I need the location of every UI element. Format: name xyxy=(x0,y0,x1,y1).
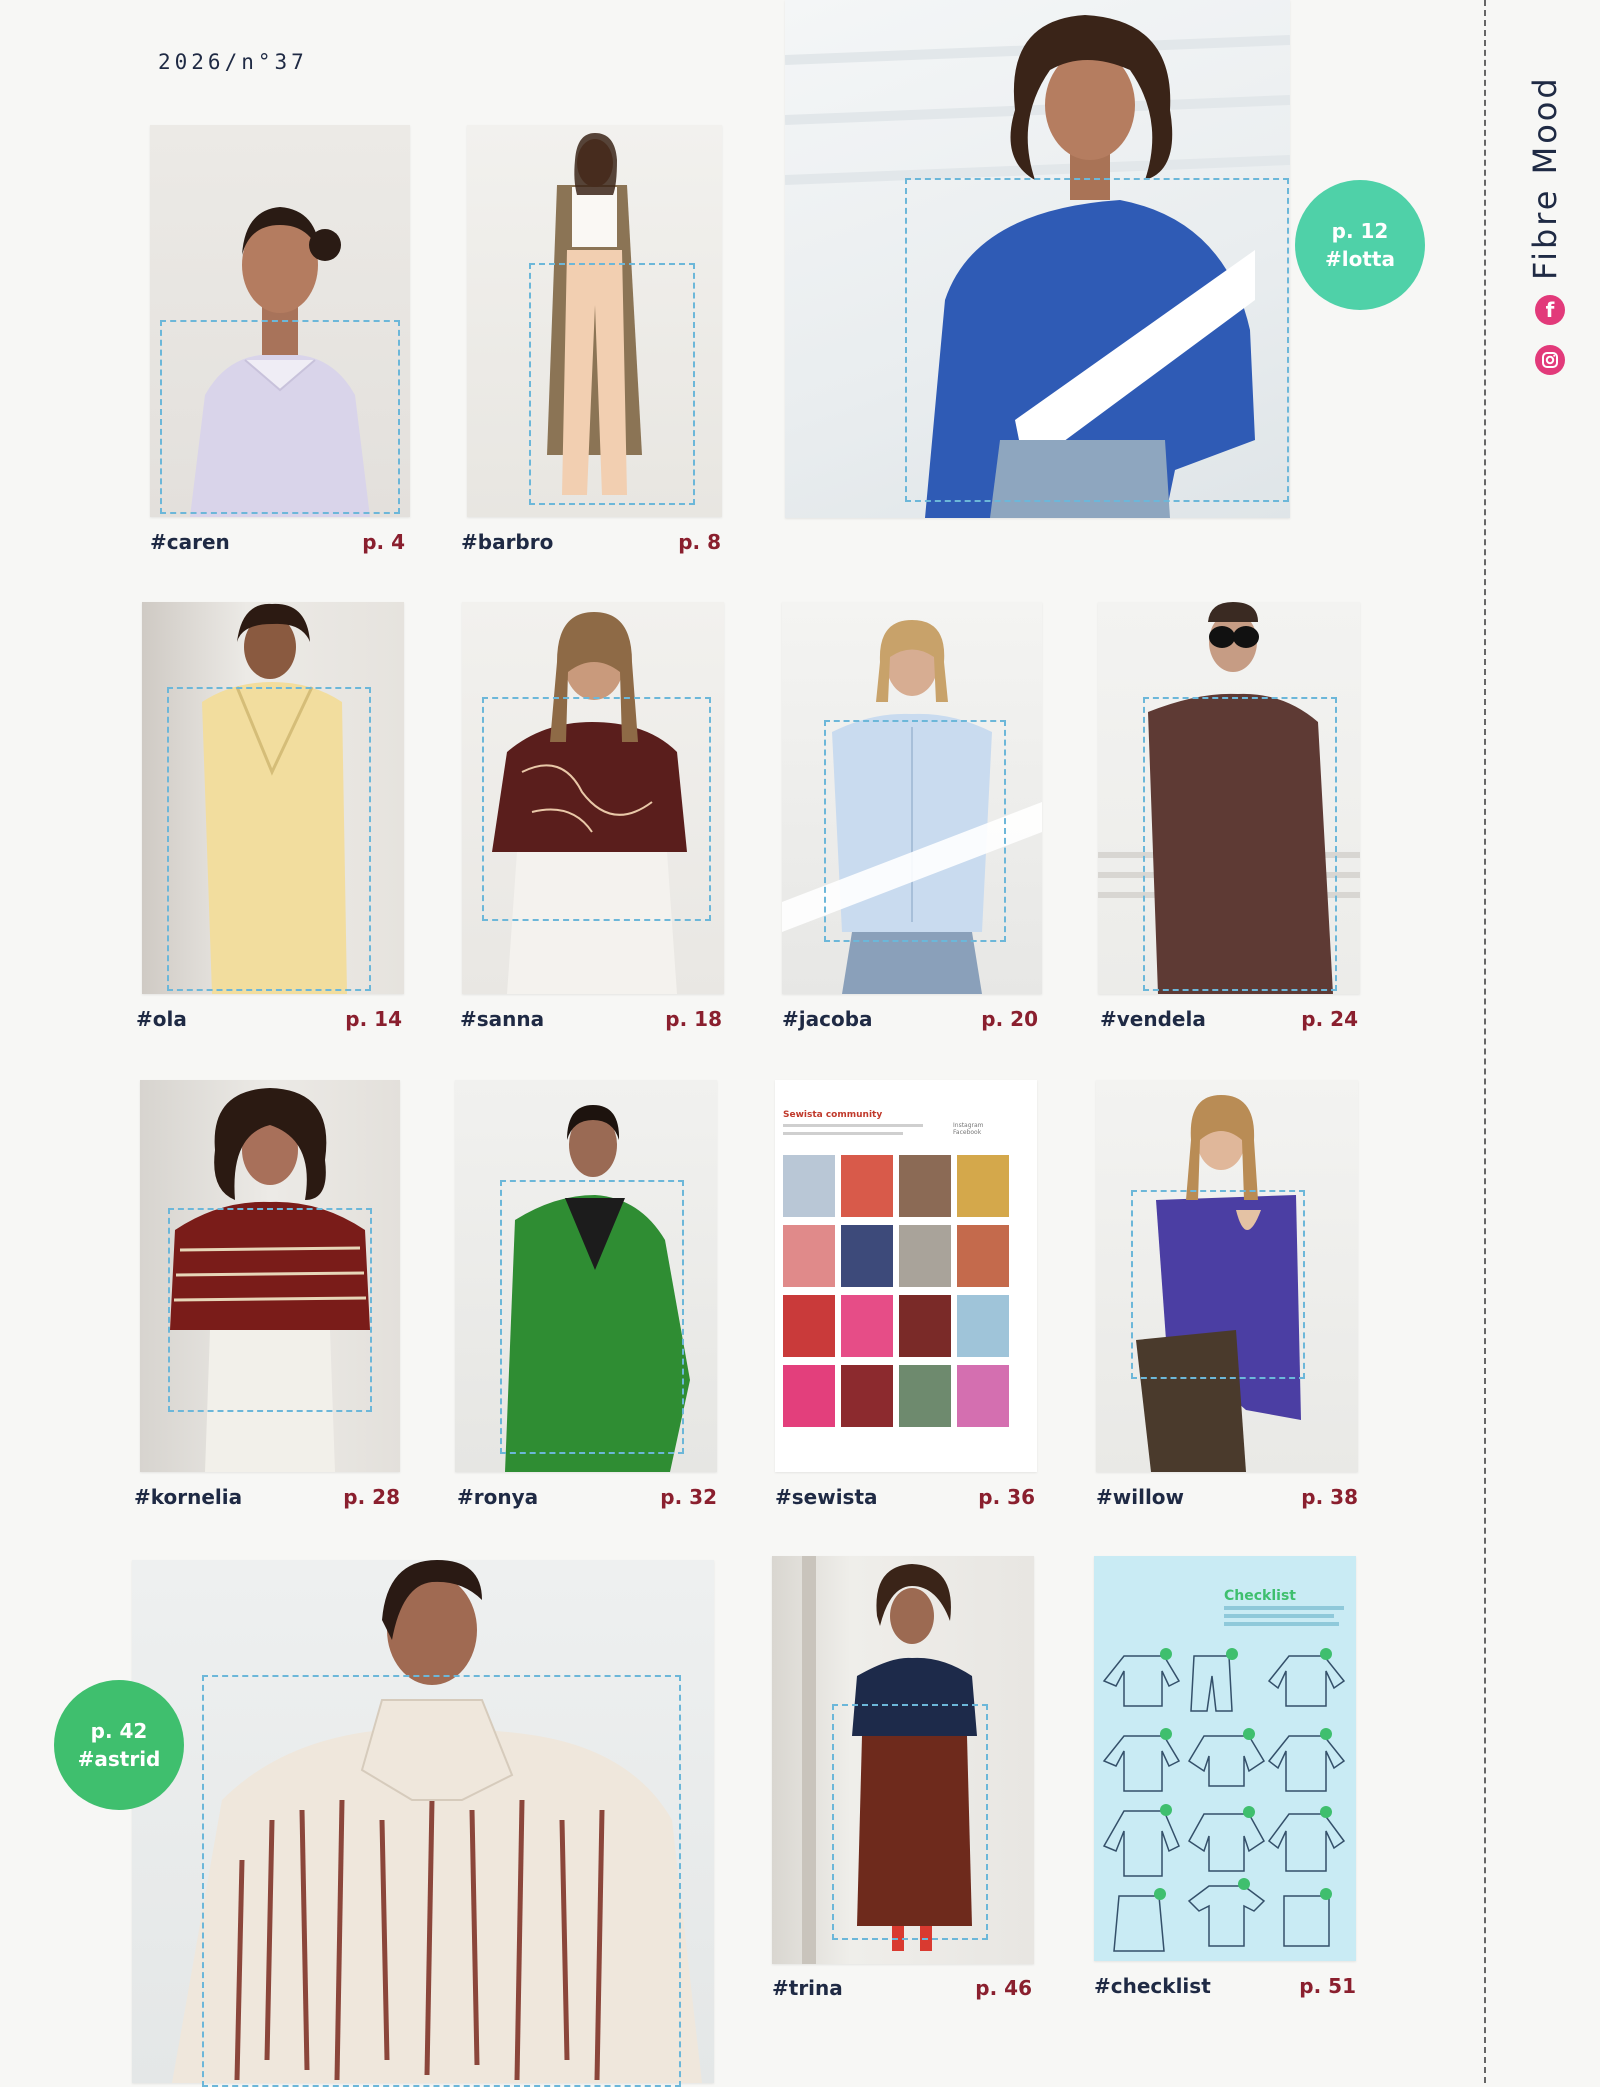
badge-page: p. 42 xyxy=(90,1719,148,1743)
pattern-outline xyxy=(905,178,1289,502)
pattern-outline xyxy=(167,687,371,991)
pattern-tag[interactable]: #vendela xyxy=(1100,1007,1206,1031)
pattern-outline xyxy=(832,1704,988,1940)
page-number[interactable]: p. 36 xyxy=(978,1485,1035,1509)
card-kornelia[interactable]: #kornelia p. 28 xyxy=(134,1080,400,1510)
page-number[interactable]: p. 8 xyxy=(678,530,721,554)
card-vendela[interactable]: #vendela p. 24 xyxy=(1098,602,1360,1032)
issue-number: 2026/n°37 xyxy=(158,50,308,74)
pattern-outline xyxy=(824,720,1006,942)
brand-name: Fibre Mood xyxy=(1526,75,1564,280)
caption: #vendela p. 24 xyxy=(1100,1007,1358,1035)
page-number[interactable]: p. 20 xyxy=(981,1007,1038,1031)
thumb-checklist: Checklist xyxy=(1094,1556,1356,1961)
card-lotta[interactable]: p. 12 #lotta xyxy=(785,0,1425,520)
caption: #sewista p. 36 xyxy=(775,1485,1035,1513)
pattern-outline xyxy=(160,320,400,514)
pattern-tag[interactable]: #ola xyxy=(136,1007,187,1031)
pattern-tag[interactable]: #willow xyxy=(1096,1485,1184,1509)
caption: #ronya p. 32 xyxy=(457,1485,717,1513)
caption: #trina p. 46 xyxy=(772,1976,1032,2004)
card-astrid[interactable]: p. 42 #astrid xyxy=(54,1560,714,2087)
caption: #ola p. 14 xyxy=(136,1007,402,1035)
pattern-tag[interactable]: #barbro xyxy=(461,530,553,554)
caption: #checklist p. 51 xyxy=(1094,1974,1356,2002)
facebook-icon[interactable]: f xyxy=(1535,295,1565,325)
badge-lotta[interactable]: p. 12 #lotta xyxy=(1295,180,1425,310)
pattern-tag[interactable]: #jacoba xyxy=(782,1007,873,1031)
card-barbro[interactable]: #barbro p. 8 xyxy=(461,125,722,555)
pattern-tag[interactable]: #caren xyxy=(150,530,230,554)
pattern-tag[interactable]: #sanna xyxy=(460,1007,544,1031)
page-number[interactable]: p. 18 xyxy=(665,1007,722,1031)
pattern-tag[interactable]: #kornelia xyxy=(134,1485,242,1509)
thumb-sewista: Sewista community Instagram Facebook xyxy=(775,1080,1037,1472)
pattern-tag[interactable]: #trina xyxy=(772,1976,843,2000)
caption: #caren p. 4 xyxy=(150,530,405,558)
card-willow[interactable]: #willow p. 38 xyxy=(1096,1080,1358,1510)
cut-line xyxy=(1484,0,1486,2083)
card-sewista[interactable]: Sewista community Instagram Facebook #se… xyxy=(775,1080,1037,1510)
caption: #sanna p. 18 xyxy=(460,1007,722,1035)
card-caren[interactable]: #caren p. 4 xyxy=(150,125,410,555)
badge-page: p. 12 xyxy=(1331,219,1389,243)
caption: #barbro p. 8 xyxy=(461,530,721,558)
pattern-tag[interactable]: #ronya xyxy=(457,1485,538,1509)
card-trina[interactable]: #trina p. 46 xyxy=(772,1556,1034,2001)
page-number[interactable]: p. 28 xyxy=(343,1485,400,1509)
pattern-outline xyxy=(168,1208,372,1412)
card-ronya[interactable]: #ronya p. 32 xyxy=(455,1080,717,1510)
pattern-outline xyxy=(1143,697,1337,991)
pattern-tag[interactable]: #sewista xyxy=(775,1485,878,1509)
card-sanna[interactable]: #sanna p. 18 xyxy=(460,602,724,1035)
page-number[interactable]: p. 24 xyxy=(1301,1007,1358,1031)
badge-tag: #lotta xyxy=(1325,247,1395,271)
pattern-outline xyxy=(500,1180,684,1454)
pattern-outline xyxy=(529,263,695,505)
badge-astrid[interactable]: p. 42 #astrid xyxy=(54,1680,184,1810)
caption: #willow p. 38 xyxy=(1096,1485,1358,1513)
page-number[interactable]: p. 4 xyxy=(362,530,405,554)
pattern-tag[interactable]: #checklist xyxy=(1094,1974,1211,1998)
page-number[interactable]: p. 14 xyxy=(345,1007,402,1031)
caption: #kornelia p. 28 xyxy=(134,1485,400,1513)
card-jacoba[interactable]: #jacoba p. 20 xyxy=(782,602,1042,1032)
caption: #jacoba p. 20 xyxy=(782,1007,1038,1035)
card-checklist[interactable]: Checklist #checklist p. 51 xyxy=(1094,1556,1358,2001)
page-number[interactable]: p. 32 xyxy=(660,1485,717,1509)
brand-block: Fibre Mood xyxy=(1520,30,1564,290)
instagram-icon[interactable] xyxy=(1535,345,1565,375)
page-number[interactable]: p. 38 xyxy=(1301,1485,1358,1509)
card-ola[interactable]: #ola p. 14 xyxy=(136,602,404,1032)
pattern-outline xyxy=(1131,1190,1305,1379)
page-number[interactable]: p. 51 xyxy=(1299,1974,1356,1998)
pattern-outline xyxy=(202,1675,681,2087)
badge-tag: #astrid xyxy=(77,1747,161,1771)
page-number[interactable]: p. 46 xyxy=(975,1976,1032,2000)
pattern-outline xyxy=(482,697,711,921)
